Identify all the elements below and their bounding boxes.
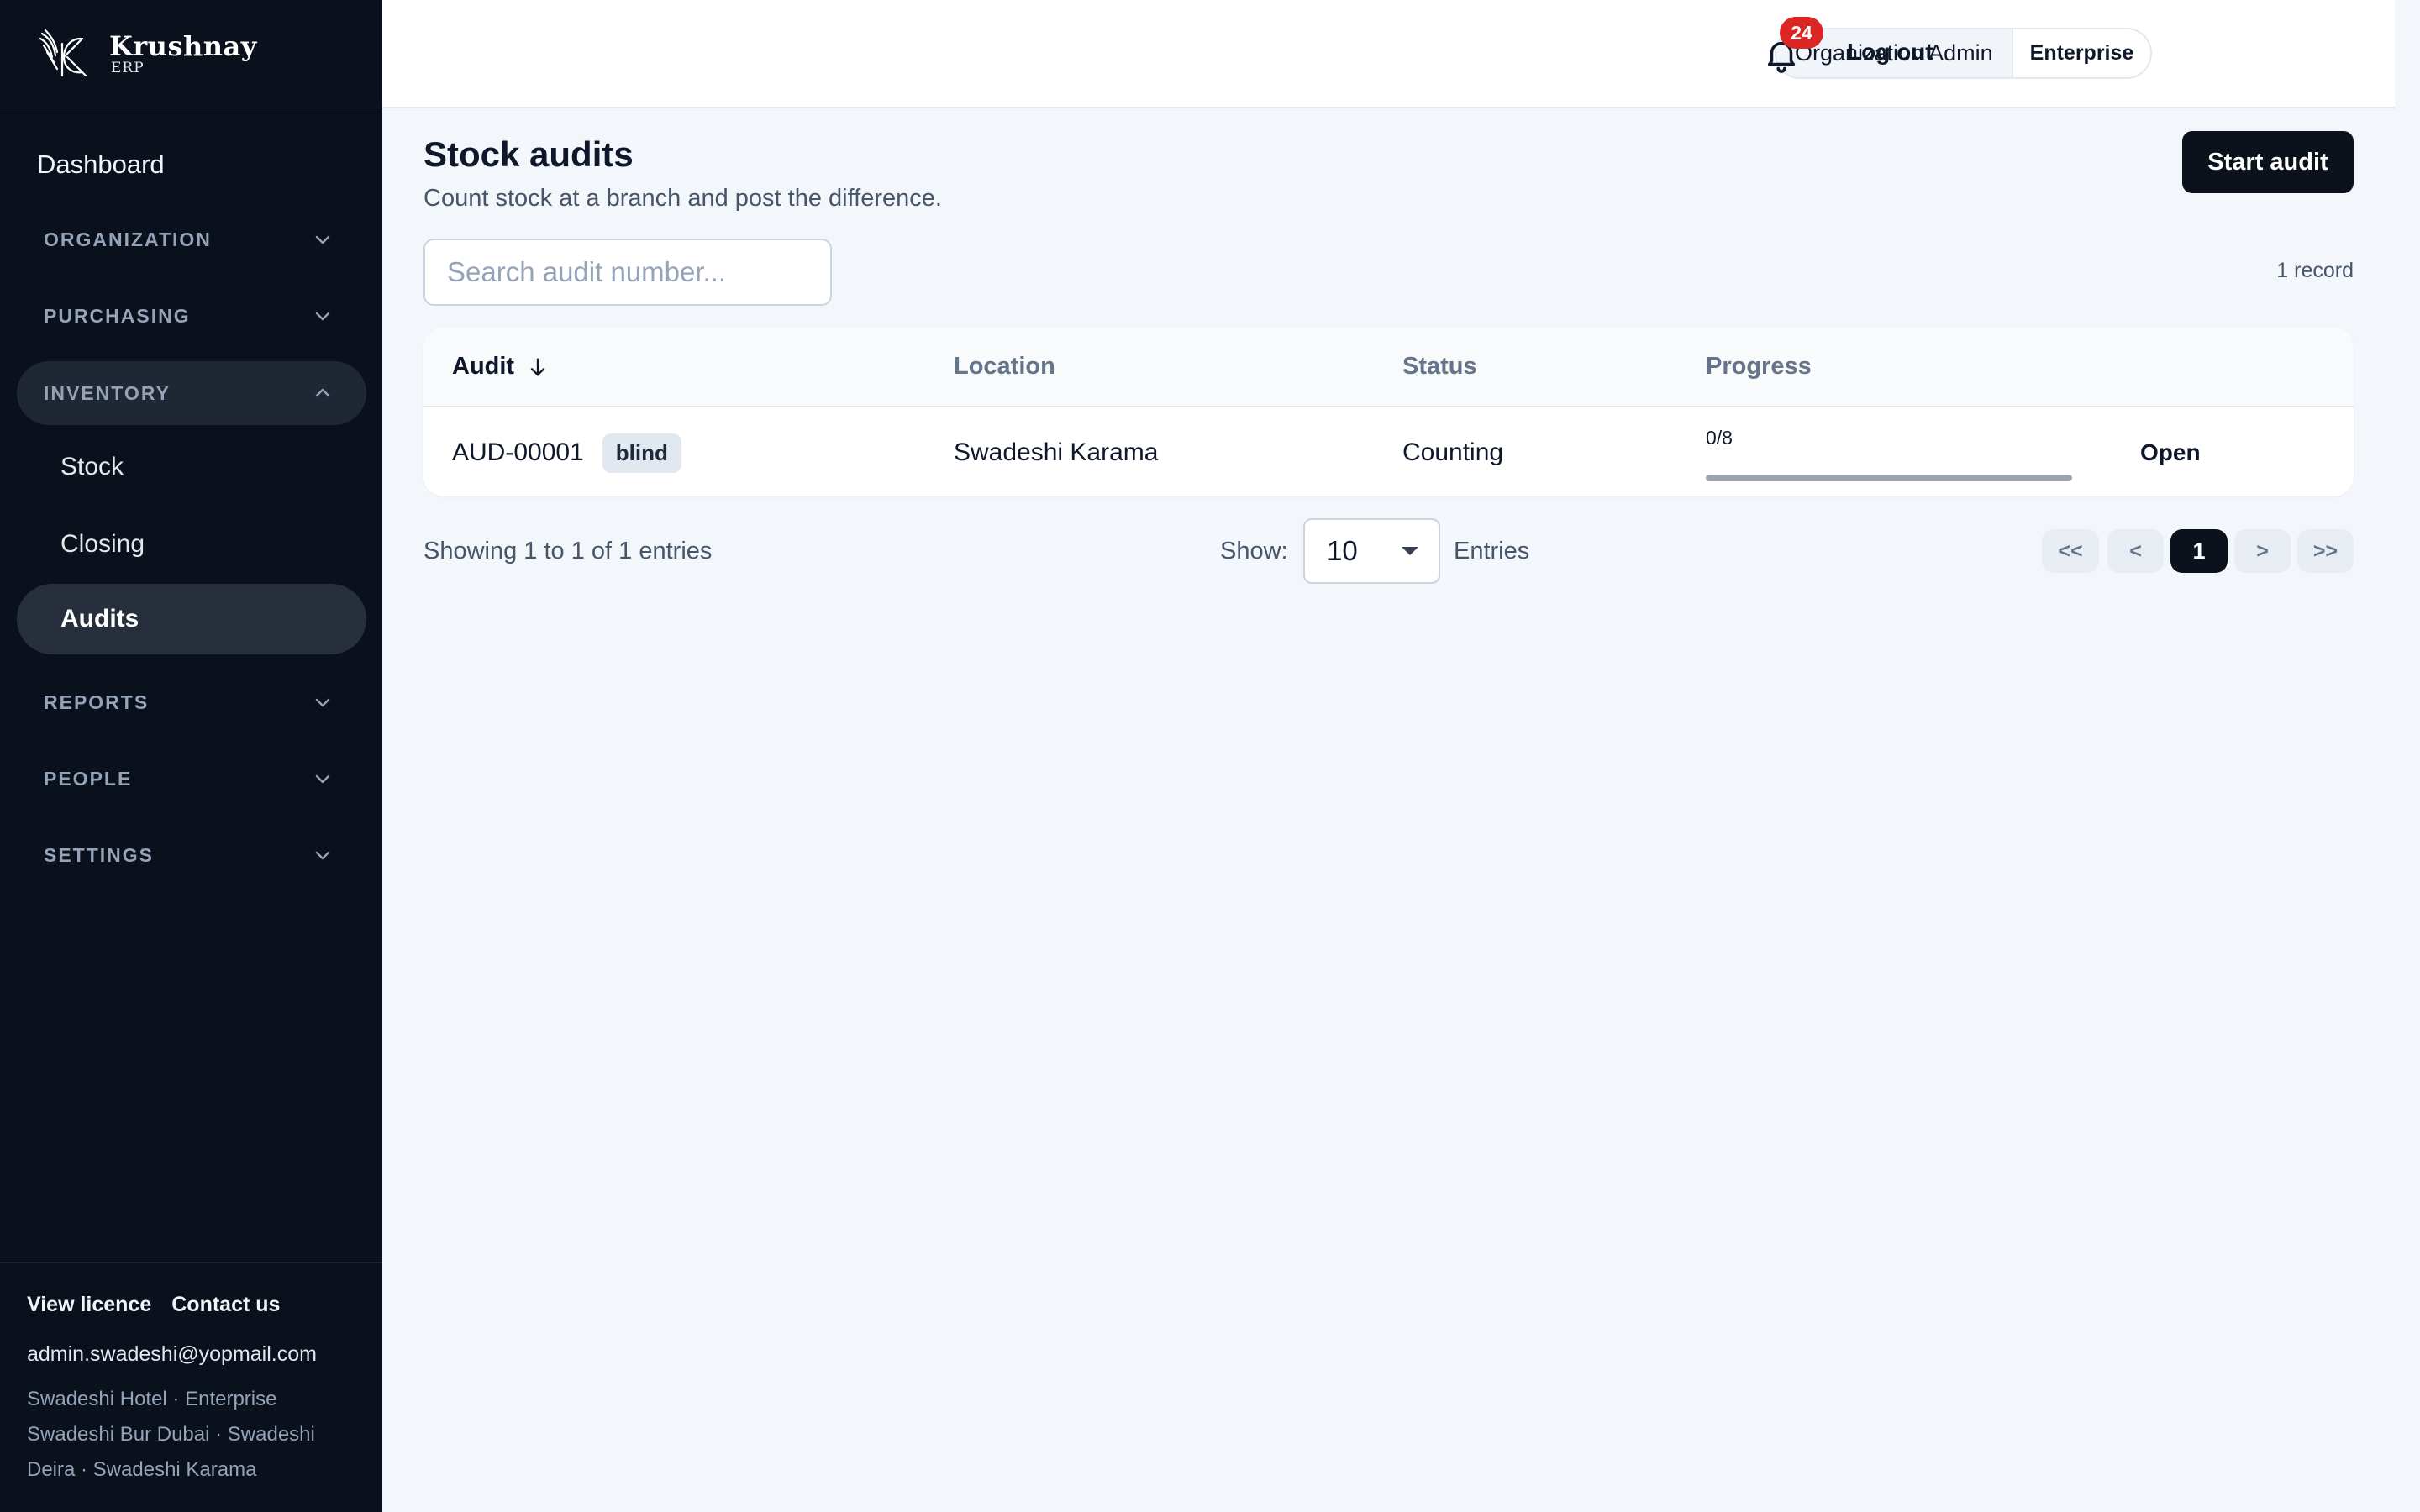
sidebar-item-dashboard[interactable]: Dashboard (37, 150, 165, 180)
last-page-button[interactable]: >> (2297, 529, 2354, 573)
search-input[interactable] (424, 239, 832, 306)
logout-button[interactable]: Log out (1847, 39, 1933, 66)
role-switcher[interactable]: Organization Admin Enterprise (1775, 28, 2153, 79)
open-audit-button[interactable]: Open (2140, 409, 2201, 496)
sidebar-group-people[interactable]: PEOPLE (17, 747, 366, 811)
page-size-value: 10 (1327, 535, 1358, 566)
record-count: 1 record (2276, 259, 2354, 282)
column-header-status[interactable]: Status (1402, 353, 1477, 381)
sort-descending-icon (530, 358, 545, 375)
sidebar-group-reports[interactable]: REPORTS (17, 670, 366, 734)
progress-text: 0/8 (1706, 427, 1733, 449)
krushnay-logo-icon (39, 29, 87, 77)
sidebar-group-label: PEOPLE (44, 767, 133, 790)
brand[interactable]: Krushnay ERP (0, 0, 382, 108)
show-label: Show: (1220, 538, 1288, 564)
blind-tag: blind (602, 433, 681, 473)
sidebar-group-inventory[interactable]: INVENTORY (17, 361, 366, 425)
page-title: Stock audits (424, 134, 634, 174)
view-licence-link[interactable]: View licence (27, 1293, 151, 1317)
chevron-up-icon (315, 388, 330, 397)
column-header-audit[interactable]: Audit (452, 353, 550, 381)
first-page-button[interactable]: << (2042, 529, 2099, 573)
sidebar-item-closing[interactable]: Closing (17, 509, 366, 580)
start-audit-button[interactable]: Start audit (2182, 131, 2354, 193)
org-tier-text: Swadeshi Hotel · Enterprise (27, 1388, 277, 1410)
sidebar-group-label: ORGANIZATION (44, 228, 212, 250)
sidebar-footer: View licence Contact us admin.swadeshi@y… (0, 1262, 382, 1512)
chevron-down-icon (315, 851, 330, 860)
notification-badge: 24 (1780, 17, 1823, 49)
contact-us-link[interactable]: Contact us (171, 1293, 280, 1317)
prev-page-button[interactable]: < (2107, 529, 2164, 573)
audit-cell: AUD-00001 blind (452, 409, 681, 496)
column-header-label: Audit (452, 353, 515, 380)
chevron-down-icon (315, 698, 330, 707)
progress-bar (1706, 475, 2072, 481)
status-cell: Counting (1402, 438, 1504, 466)
user-email: admin.swadeshi@yopmail.com (27, 1342, 317, 1366)
location-cell: Swadeshi Karama (954, 438, 1159, 466)
brand-subtitle: ERP (111, 59, 145, 76)
page-subtitle: Count stock at a branch and post the dif… (424, 185, 942, 212)
sidebar-group-settings[interactable]: SETTINGS (17, 823, 366, 887)
branches-text: Swadeshi Bur Dubai · Swadeshi Deira · Sw… (27, 1423, 315, 1481)
table-row[interactable]: AUD-00001 blind Swadeshi Karama Counting… (424, 409, 2354, 496)
sidebar-item-stock[interactable]: Stock (17, 432, 366, 502)
chevron-down-icon (315, 774, 330, 784)
sidebar-group-label: REPORTS (44, 690, 150, 713)
sidebar: Krushnay ERP Dashboard ORGANIZATION PURC… (0, 0, 382, 1512)
sidebar-group-label: PURCHASING (44, 304, 191, 327)
audits-table: Audit Location Status Progress AUD-00001… (424, 328, 2354, 496)
table-header: Audit Location Status Progress (424, 328, 2354, 407)
sidebar-group-purchasing[interactable]: PURCHASING (17, 284, 366, 348)
column-header-location[interactable]: Location (954, 353, 1055, 381)
chevron-down-icon (315, 312, 330, 321)
audit-number[interactable]: AUD-00001 (452, 438, 584, 467)
column-header-progress[interactable]: Progress (1706, 353, 1812, 381)
chevron-down-icon (315, 235, 330, 244)
page-1-button[interactable]: 1 (2170, 529, 2228, 573)
sidebar-item-audits[interactable]: Audits (17, 584, 366, 654)
tier-label: Enterprise (2012, 29, 2151, 77)
progress-cell: 0/8 (1706, 409, 2072, 496)
showing-entries-text: Showing 1 to 1 of 1 entries (424, 538, 713, 564)
sidebar-group-label: SETTINGS (44, 843, 155, 866)
sidebar-group-label: INVENTORY (44, 381, 171, 404)
caret-down-icon (1402, 547, 1418, 555)
brand-name: Krushnay (109, 29, 257, 62)
entries-label: Entries (1454, 538, 1530, 564)
sidebar-group-organization[interactable]: ORGANIZATION (17, 207, 366, 271)
next-page-button[interactable]: > (2234, 529, 2291, 573)
page-size-select[interactable]: 10 (1303, 518, 1440, 584)
topbar: Organization Admin Enterprise 24 Log out (382, 0, 2395, 108)
